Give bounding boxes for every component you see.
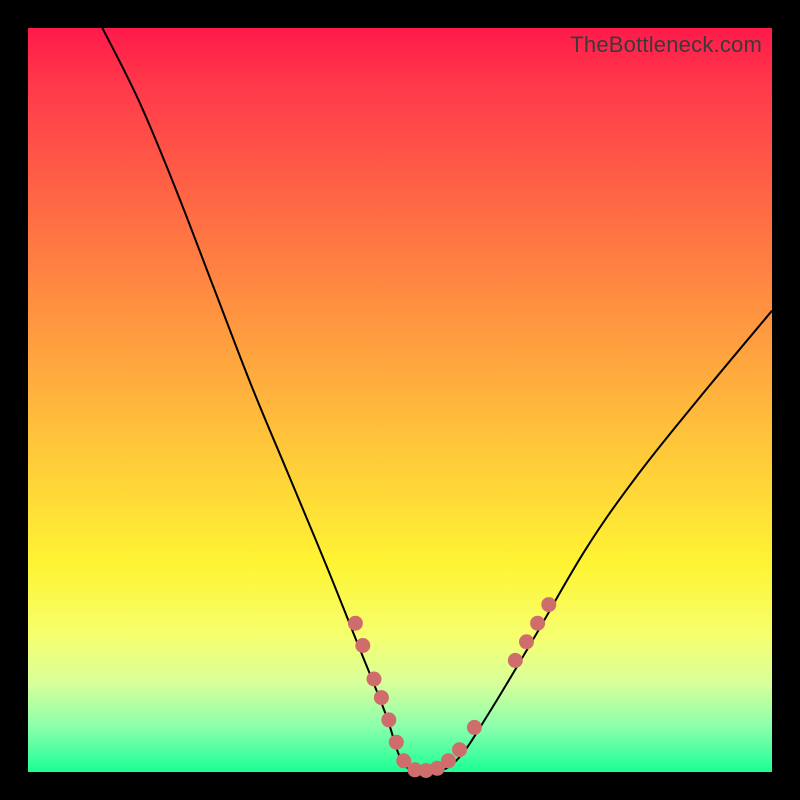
- data-marker: [467, 720, 482, 735]
- data-marker: [367, 672, 382, 687]
- data-markers: [348, 597, 556, 778]
- data-marker: [508, 653, 523, 668]
- chart-frame: TheBottleneck.com: [0, 0, 800, 800]
- plot-area: TheBottleneck.com: [28, 28, 772, 772]
- data-marker: [348, 616, 363, 631]
- data-marker: [355, 638, 370, 653]
- data-marker: [530, 616, 545, 631]
- data-marker: [374, 690, 389, 705]
- curve-svg: [28, 28, 772, 772]
- data-marker: [541, 597, 556, 612]
- data-marker: [452, 742, 467, 757]
- data-marker: [381, 712, 396, 727]
- data-marker: [389, 735, 404, 750]
- bottleneck-curve: [102, 28, 772, 774]
- data-marker: [519, 634, 534, 649]
- data-marker: [441, 753, 456, 768]
